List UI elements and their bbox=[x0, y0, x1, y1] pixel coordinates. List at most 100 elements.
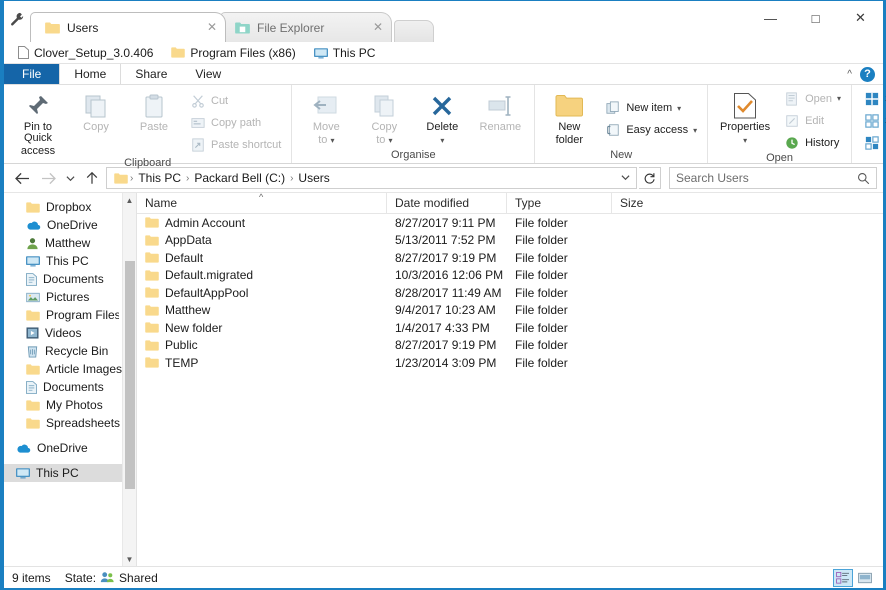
sidebar-item-label: Recycle Bin bbox=[45, 344, 109, 358]
column-headers: Name ^ Date modified Type Size bbox=[137, 192, 883, 214]
easy-access-button[interactable]: Easy access ▾ bbox=[601, 121, 701, 140]
column-header-size[interactable]: Size bbox=[612, 193, 883, 214]
close-button[interactable]: ✕ bbox=[838, 1, 883, 35]
column-header-type[interactable]: Type bbox=[507, 192, 612, 214]
sidebar-item-my-photos[interactable]: My Photos bbox=[4, 396, 136, 414]
search-input[interactable]: Search Users bbox=[676, 171, 857, 185]
details-view-icon[interactable] bbox=[833, 568, 853, 587]
help-icon[interactable]: ? bbox=[860, 66, 875, 82]
chevron-down-icon[interactable] bbox=[621, 173, 630, 183]
table-row[interactable]: AppData 5/13/2011 7:52 PM File folder bbox=[137, 232, 883, 250]
delete-button[interactable]: Delete ▾ bbox=[414, 89, 470, 149]
edit-button[interactable]: Edit bbox=[780, 111, 845, 130]
sidebar-item-program-files[interactable]: Program Files bbox=[4, 306, 136, 324]
sidebar-item-videos[interactable]: Videos bbox=[4, 324, 136, 342]
search-icon[interactable] bbox=[857, 172, 870, 185]
breadcrumb-this-pc[interactable]: This PC bbox=[135, 171, 184, 185]
sidebar-item-documents[interactable]: Documents bbox=[4, 378, 136, 396]
table-row[interactable]: New folder 1/4/2017 4:33 PM File folder bbox=[137, 319, 883, 337]
select-none-button[interactable]: Select none bbox=[860, 111, 886, 130]
close-icon[interactable]: ✕ bbox=[371, 20, 385, 35]
chevron-down-icon[interactable]: ▾ bbox=[677, 104, 681, 113]
table-row[interactable]: DefaultAppPool 8/28/2017 11:49 AM File fol… bbox=[137, 284, 883, 302]
ribbon-tab-home[interactable]: Home bbox=[59, 64, 122, 84]
copy-path-button[interactable]: Copy path bbox=[186, 114, 285, 133]
history-button[interactable]: History bbox=[780, 133, 845, 152]
pin-to-quick-access-button[interactable]: Pin to Quick access bbox=[10, 89, 66, 157]
sidebar-item-recycle-bin[interactable]: Recycle Bin bbox=[4, 342, 136, 360]
scroll-up-icon[interactable]: ▲ bbox=[123, 193, 136, 207]
group-title: Open bbox=[766, 152, 794, 164]
sidebar-item-dropbox[interactable]: Dropbox bbox=[4, 198, 136, 216]
up-button[interactable] bbox=[80, 166, 104, 190]
select-all-button[interactable]: Select all bbox=[860, 89, 886, 108]
sidebar-item-article-images[interactable]: Article Images bbox=[4, 360, 136, 378]
sidebar-item-this-pc[interactable]: This PC bbox=[4, 252, 136, 270]
wrench-icon[interactable] bbox=[4, 1, 30, 42]
invert-selection-button[interactable]: Invert selection bbox=[860, 133, 886, 152]
new-folder-button[interactable]: New folder bbox=[541, 89, 597, 149]
properties-button[interactable]: Properties ▾ bbox=[714, 89, 776, 152]
back-button[interactable] bbox=[10, 166, 34, 190]
ribbon-tab-share[interactable]: Share bbox=[121, 64, 181, 84]
table-row[interactable]: Admin Account 8/27/2017 9:11 PM File folde… bbox=[137, 214, 883, 232]
chevron-down-icon[interactable]: ▾ bbox=[743, 135, 747, 146]
tab-users[interactable]: Users ✕ bbox=[30, 12, 226, 42]
cell-name: Default bbox=[137, 251, 387, 265]
table-row[interactable]: Public 8/27/2017 9:19 PM File folder bbox=[137, 337, 883, 355]
close-icon[interactable]: ✕ bbox=[205, 20, 219, 35]
cut-button[interactable]: Cut bbox=[186, 92, 285, 111]
ribbon-tab-view[interactable]: View bbox=[181, 64, 235, 84]
rename-button[interactable]: Rename bbox=[472, 89, 528, 149]
chevron-down-icon[interactable]: ▾ bbox=[440, 135, 444, 146]
paste-button[interactable]: Paste bbox=[126, 89, 182, 157]
sidebar-item-pictures[interactable]: Pictures bbox=[4, 288, 136, 306]
copy-to-button[interactable]: Copy to ▾ bbox=[356, 89, 412, 149]
refresh-button[interactable] bbox=[639, 167, 661, 189]
new-tab-button[interactable] bbox=[394, 20, 434, 42]
copy-button[interactable]: Copy bbox=[68, 89, 124, 157]
tab-file-explorer[interactable]: File Explorer ✕ bbox=[220, 12, 392, 42]
sidebar-item-this-pc[interactable]: This PC bbox=[4, 464, 136, 482]
scroll-down-icon[interactable]: ▼ bbox=[123, 552, 136, 566]
sidebar-item-spreadsheets[interactable]: Spreadsheets bbox=[4, 414, 136, 432]
table-row[interactable]: TEMP 1/23/2014 3:09 PM File folder bbox=[137, 354, 883, 372]
search-box[interactable]: Search Users bbox=[669, 167, 877, 189]
large-icons-view-icon[interactable] bbox=[855, 569, 875, 587]
table-row[interactable]: Matthew 9/4/2017 10:23 AM File folder bbox=[137, 302, 883, 320]
chevron-down-icon[interactable]: ▾ bbox=[693, 126, 697, 135]
breadcrumb-packard-bell-c[interactable]: Packard Bell (C:) bbox=[191, 171, 288, 185]
table-row[interactable]: Default.migrated 10/3/2016 12:06 PM File f… bbox=[137, 267, 883, 285]
table-row[interactable]: Default 8/27/2017 9:19 PM File folder bbox=[137, 249, 883, 267]
sidebar-item-onedrive[interactable]: OneDrive bbox=[4, 439, 136, 457]
breadcrumb[interactable]: › This PC › Packard Bell (C:) › Users bbox=[106, 167, 637, 189]
folder-icon bbox=[145, 287, 159, 298]
navigation-pane[interactable]: Dropbox OneDrive Matthew This PC Documents Pi… bbox=[4, 193, 137, 566]
maximize-button[interactable]: □ bbox=[793, 1, 838, 35]
chevron-up-icon[interactable]: ^ bbox=[847, 69, 852, 80]
paste-shortcut-button[interactable]: Paste shortcut bbox=[186, 136, 285, 155]
file-rows[interactable]: Admin Account 8/27/2017 9:11 PM File folde… bbox=[137, 214, 883, 566]
recent-locations-button[interactable] bbox=[62, 166, 78, 190]
ribbon-tab-file[interactable]: File bbox=[4, 64, 60, 84]
bookmark-item[interactable]: Clover_Setup_3.0.406 bbox=[12, 43, 159, 63]
open-button[interactable]: Open ▾ bbox=[780, 89, 845, 108]
sidebar-item-label: OneDrive bbox=[37, 441, 88, 455]
scrollbar-thumb[interactable] bbox=[125, 261, 135, 489]
monitor-icon bbox=[26, 255, 40, 267]
minimize-button[interactable]: — bbox=[748, 1, 793, 35]
sidebar-item-matthew[interactable]: Matthew bbox=[4, 234, 136, 252]
move-to-button[interactable]: Move to ▾ bbox=[298, 89, 354, 149]
new-item-button[interactable]: New item ▾ bbox=[601, 99, 701, 118]
sidebar-scrollbar[interactable]: ▲ ▼ bbox=[122, 193, 136, 566]
breadcrumb-separator: › bbox=[290, 172, 294, 184]
bookmark-item[interactable]: Program Files (x86) bbox=[165, 43, 301, 63]
breadcrumb-users[interactable]: Users bbox=[295, 171, 332, 185]
sidebar-item-onedrive[interactable]: OneDrive bbox=[4, 216, 136, 234]
bookmark-item[interactable]: This PC bbox=[308, 43, 382, 63]
sidebar-item-documents[interactable]: Documents bbox=[4, 270, 136, 288]
column-header-name[interactable]: Name ^ bbox=[137, 192, 387, 214]
file-name: Public bbox=[165, 338, 198, 353]
column-header-date-modified[interactable]: Date modified bbox=[387, 192, 507, 214]
forward-button[interactable] bbox=[36, 166, 60, 190]
